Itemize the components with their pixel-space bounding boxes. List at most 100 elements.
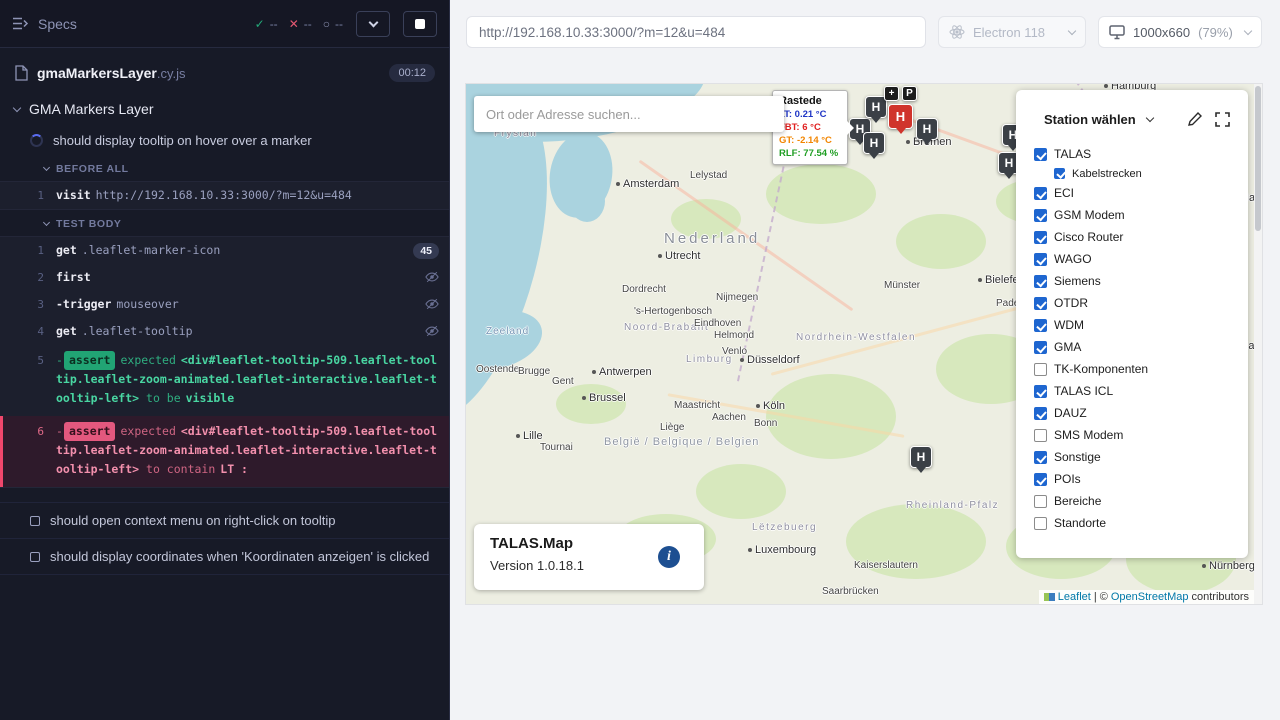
layer-item: TALAS [1016, 143, 1248, 165]
layer-item: POIs [1016, 468, 1248, 490]
command-number: 2 [0, 268, 56, 287]
layer-checkbox[interactable] [1034, 187, 1047, 200]
info-icon[interactable]: i [658, 546, 680, 568]
spec-duration: 00:12 [389, 64, 435, 82]
map-label: Saarbrücken [822, 586, 879, 597]
parking-marker[interactable]: P [902, 86, 917, 101]
tooltip-row: LT: 0.21 °C [779, 108, 841, 121]
app-title: TALAS.Map [490, 535, 688, 552]
edit-pencil-icon[interactable] [1187, 112, 1202, 127]
test-context-menu[interactable]: should open context menu on right-click … [0, 502, 449, 538]
scrollbar-thumb[interactable] [1255, 86, 1261, 231]
chevron-down-icon [1068, 26, 1076, 34]
station-marker[interactable]: H [863, 132, 885, 154]
map-search-input[interactable] [474, 107, 784, 122]
assert-passed-row[interactable]: 5 -assertexpected<div#leaflet-tooltip-50… [0, 345, 449, 416]
chevron-down-icon[interactable] [1145, 114, 1153, 122]
map-label: Eindhoven [694, 318, 741, 329]
alert-station-marker[interactable]: H [888, 104, 913, 129]
station-select-label[interactable]: Station wählen [1044, 112, 1136, 127]
layer-checkbox[interactable] [1034, 148, 1047, 161]
pending-square-icon [30, 516, 40, 526]
specs-menu-icon[interactable] [12, 16, 29, 31]
layer-checkbox[interactable] [1034, 297, 1047, 310]
hook-before-all[interactable]: BEFORE ALL [0, 155, 449, 181]
plus-marker[interactable]: + [884, 86, 899, 101]
aut-scrollbar[interactable] [1254, 84, 1262, 604]
leaflet-link[interactable]: Leaflet [1058, 591, 1091, 603]
stop-run-button[interactable] [403, 11, 437, 37]
layer-checkbox[interactable] [1034, 495, 1047, 508]
layer-checkbox[interactable] [1034, 407, 1047, 420]
layer-checkbox[interactable] [1034, 275, 1047, 288]
monitor-icon [1109, 25, 1125, 40]
map-label: Lelystad [690, 170, 727, 181]
layer-label: Siemens [1054, 274, 1101, 288]
assert-failed-row[interactable]: 6 -assertexpected<div#leaflet-tooltip-50… [0, 416, 449, 487]
layer-label: Standorte [1054, 516, 1106, 530]
command-row[interactable]: 4 get.leaflet-tooltip [0, 318, 449, 345]
hook-test-body[interactable]: TEST BODY [0, 210, 449, 236]
expand-icon[interactable] [1215, 112, 1230, 127]
layer-checkbox[interactable] [1034, 209, 1047, 222]
test-coordinates[interactable]: should display coordinates when 'Koordin… [0, 538, 449, 575]
layer-label: GSM Modem [1054, 208, 1125, 222]
caret-down-icon [43, 219, 50, 226]
command-row[interactable]: 1 get.leaflet-marker-icon 45 [0, 237, 449, 264]
layer-checkbox[interactable] [1034, 319, 1047, 332]
command-name: get [56, 324, 77, 338]
chevron-down-icon [1244, 26, 1252, 34]
osm-link[interactable]: OpenStreetMap [1111, 591, 1189, 603]
map-label: Liège [660, 422, 684, 433]
map-label: Rheinland-Pfalz [906, 500, 999, 511]
caret-down-icon [13, 103, 21, 111]
specs-title[interactable]: Specs [38, 16, 77, 32]
command-row[interactable]: 2 first [0, 264, 449, 291]
station-marker[interactable]: H [916, 118, 938, 140]
command-message: http://192.168.10.33:3000/?m=12&u=484 [96, 188, 352, 202]
collapse-all-button[interactable] [356, 11, 390, 37]
layer-checkbox[interactable] [1054, 168, 1065, 179]
layer-checkbox[interactable] [1034, 517, 1047, 530]
map-label: Limburg [686, 354, 733, 365]
layer-checkbox[interactable] [1034, 451, 1047, 464]
aut-url-input[interactable]: http://192.168.10.33:3000/?m=12&u=484 [466, 16, 926, 48]
layer-checkbox[interactable] [1034, 341, 1047, 354]
map-label: Zeeland [486, 326, 529, 337]
layer-checkbox[interactable] [1034, 363, 1047, 376]
layer-checkbox[interactable] [1034, 385, 1047, 398]
command-name: visit [56, 188, 91, 202]
command-number: 1 [0, 186, 56, 205]
layer-checkbox[interactable] [1034, 473, 1047, 486]
layer-label: OTDR [1054, 296, 1088, 310]
command-row[interactable]: 3 -triggermouseover [0, 291, 449, 318]
browser-select[interactable]: Electron 118 [938, 16, 1086, 48]
command-row[interactable]: 1 visit http://192.168.10.33:3000/?m=12&u… [0, 182, 449, 209]
viewport-select[interactable]: 1000x660 (79%) [1098, 16, 1262, 48]
station-marker[interactable]: H [910, 446, 932, 468]
layer-checkbox[interactable] [1034, 231, 1047, 244]
leaflet-map[interactable]: Fryslân Amsterdam Lelystad Nederland Utr… [466, 84, 1262, 604]
test-active[interactable]: should display tooltip on hover over a m… [0, 126, 449, 155]
layer-label: DAUZ [1054, 406, 1087, 420]
map-label: 's-Hertogenbosch [634, 306, 712, 317]
suite-gma-markers-layer[interactable]: GMA Markers Layer [0, 92, 449, 126]
layer-item: ECI [1016, 182, 1248, 204]
stop-icon [415, 19, 425, 29]
tooltip-title: Rastede [779, 95, 841, 107]
command-number: 4 [0, 322, 56, 341]
layer-label: Kabelstrecken [1072, 168, 1142, 180]
tooltip-row: RLF: 77.54 % [779, 147, 841, 160]
version-card: TALAS.Map Version 1.0.18.1 i [474, 524, 704, 590]
eye-slash-icon [425, 297, 439, 311]
layer-checkbox[interactable] [1034, 429, 1047, 442]
map-label: Nederland [664, 230, 760, 247]
stat-failed: ✕-- [289, 17, 312, 31]
layer-item: Standorte [1016, 512, 1248, 534]
layer-label: Bereiche [1054, 494, 1101, 508]
map-search [474, 96, 784, 132]
layer-label: POIs [1054, 472, 1081, 486]
station-panel: Station wählen TALAS Kabelstrecken ECI G… [1016, 90, 1248, 558]
spec-file-row[interactable]: gmaMarkersLayer.cy.js 00:12 [0, 64, 449, 82]
layer-checkbox[interactable] [1034, 253, 1047, 266]
